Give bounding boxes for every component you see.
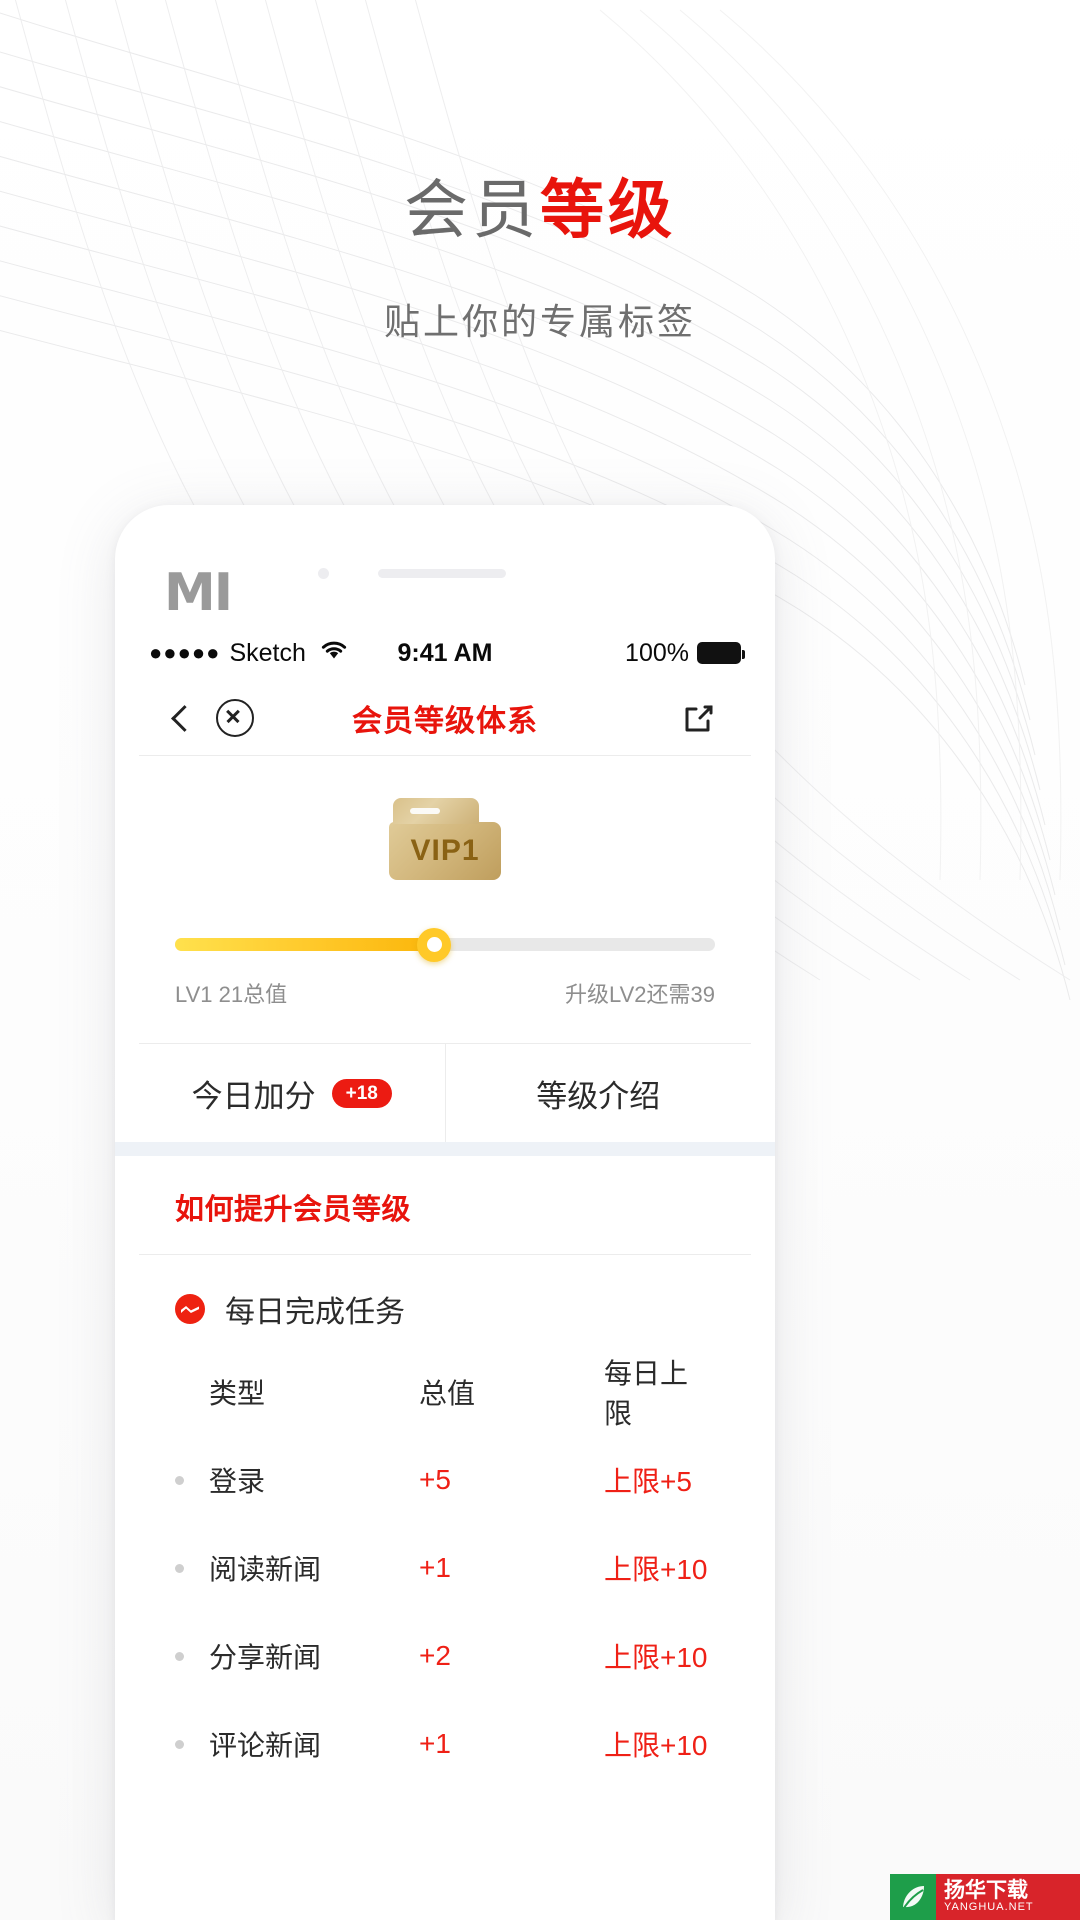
- row-cap: 上限+10: [604, 1642, 708, 1673]
- phone-hardware-top: MI: [115, 505, 775, 625]
- wifi-glyph: [321, 641, 346, 658]
- status-bar-left: ●●●●● Sketch: [149, 639, 398, 668]
- site-watermark: 扬华下载 YANGHUA.NET: [890, 1874, 1080, 1920]
- table-row[interactable]: 评论新闻 +1 上限+10: [175, 1711, 715, 1777]
- page-title-part-gray: 会员: [404, 174, 540, 246]
- table-row[interactable]: 登录 +5 上限+5: [175, 1447, 715, 1513]
- status-bar-time: 9:41 AM: [397, 638, 493, 667]
- row-cap: 上限+5: [604, 1466, 692, 1497]
- close-icon[interactable]: [216, 699, 254, 737]
- share-glyph: [685, 705, 713, 732]
- progress-fill: [175, 938, 435, 951]
- front-camera-icon: [318, 568, 329, 579]
- promo-header: 会员等级 贴上你的专属标签: [0, 175, 1080, 345]
- mi-logo: MI: [164, 563, 233, 623]
- tab-separator: [115, 1142, 775, 1156]
- vip-card: VIP1: [389, 798, 501, 880]
- watermark-leaf-icon: [890, 1874, 936, 1920]
- row-value: +2: [419, 1640, 451, 1671]
- vip-card-tab: [393, 798, 479, 824]
- pulse-badge-icon: [175, 1294, 205, 1324]
- phone-mockup: MI ●●●●● Sketch 9:41 AM 100% 会员等级体系 VIP1…: [115, 505, 775, 1920]
- navbar-left-controls: [171, 699, 254, 737]
- status-bar: ●●●●● Sketch 9:41 AM 100%: [115, 625, 775, 681]
- column-header-type: 类型: [209, 1378, 266, 1409]
- column-header-cap: 每日上限: [604, 1358, 689, 1429]
- vip-status-panel: VIP1 LV1 21总值 升级LV2还需39: [115, 756, 775, 1009]
- column-header-value: 总值: [419, 1378, 476, 1409]
- row-cap: 上限+10: [604, 1730, 708, 1761]
- watermark-text: 扬华下载 YANGHUA.NET: [936, 1880, 1034, 1914]
- task-title: 每日完成任务: [225, 1296, 405, 1329]
- tab-level-intro[interactable]: 等级介绍: [444, 1044, 752, 1142]
- task-header: 每日完成任务: [139, 1255, 751, 1331]
- watermark-site: YANGHUA.NET: [944, 1901, 1034, 1914]
- tab-today-points[interactable]: 今日加分 +18: [139, 1044, 445, 1142]
- status-bar-right: 100%: [492, 638, 745, 668]
- table-header-row: 类型 总值 每日上限: [175, 1358, 715, 1429]
- page-subtitle: 贴上你的专属标签: [383, 301, 696, 343]
- row-value: +1: [419, 1552, 451, 1583]
- app-navbar: 会员等级体系: [139, 681, 751, 756]
- section-title: 如何提升会员等级: [139, 1156, 751, 1255]
- row-bullet: [175, 1651, 209, 1661]
- table-spacer: [175, 1513, 715, 1535]
- tab-level-intro-label: 等级介绍: [536, 1078, 661, 1114]
- watermark-name: 扬华下载: [944, 1879, 1028, 1903]
- row-bullet: [175, 1475, 209, 1485]
- vip-level-label: VIP1: [410, 834, 480, 867]
- page-title: 会员等级: [0, 175, 1080, 245]
- vip-card-body: VIP1: [389, 822, 501, 880]
- battery-percentage: 100%: [625, 638, 689, 667]
- wifi-icon: [319, 639, 349, 668]
- row-value: +5: [419, 1464, 451, 1495]
- back-icon[interactable]: [171, 704, 198, 732]
- row-type: 分享新闻: [209, 1642, 322, 1673]
- row-value: +1: [419, 1728, 451, 1759]
- page-title-part-red: 等级: [540, 174, 676, 246]
- row-type: 评论新闻: [209, 1730, 322, 1761]
- level-progress: LV1 21总值 升级LV2还需39: [115, 927, 775, 1009]
- current-level-label: LV1 21总值: [175, 982, 288, 1007]
- row-bullet: [175, 1563, 209, 1573]
- progress-labels: LV1 21总值 升级LV2还需39: [175, 977, 715, 1009]
- row-type: 登录: [209, 1466, 266, 1497]
- table-spacer: [175, 1689, 715, 1711]
- carrier-name: Sketch: [229, 638, 306, 667]
- signal-dots-icon: ●●●●●: [149, 640, 221, 665]
- tab-today-points-label: 今日加分: [191, 1078, 316, 1114]
- table-spacer: [175, 1601, 715, 1623]
- next-level-label: 升级LV2还需39: [565, 982, 715, 1007]
- progress-knob[interactable]: [417, 927, 452, 962]
- progress-track[interactable]: [175, 927, 715, 962]
- share-icon[interactable]: [681, 701, 715, 735]
- battery-icon: [697, 642, 745, 664]
- row-type: 阅读新闻: [209, 1554, 322, 1585]
- leaf-glyph: [903, 1886, 924, 1909]
- table-row[interactable]: 分享新闻 +2 上限+10: [175, 1623, 715, 1689]
- row-cap: 上限+10: [604, 1554, 708, 1585]
- earpiece-speaker: [378, 569, 506, 578]
- today-points-badge: +18: [331, 1078, 392, 1108]
- table-row[interactable]: 阅读新闻 +1 上限+10: [175, 1535, 715, 1601]
- tab-bar: 今日加分 +18 等级介绍: [139, 1043, 751, 1142]
- points-table: 类型 总值 每日上限 登录 +5 上限+5 阅读新闻 +1 上限+10 分享新闻…: [139, 1358, 751, 1777]
- row-bullet: [175, 1739, 209, 1749]
